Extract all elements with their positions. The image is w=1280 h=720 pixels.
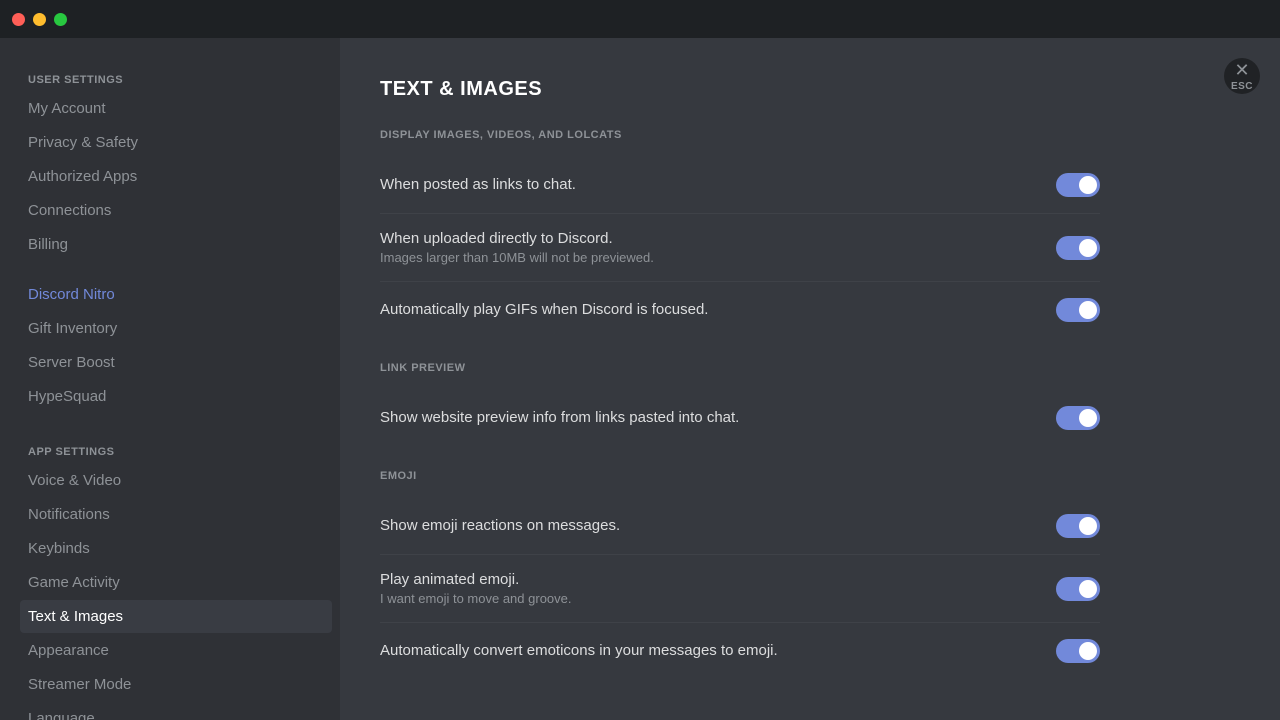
toggle-slider-auto-convert-emoticons — [1056, 639, 1100, 663]
sidebar-item-privacy-safety[interactable]: Privacy & Safety — [20, 126, 332, 159]
setting-row-show-website-preview: Show website preview info from links pas… — [380, 390, 1100, 446]
section-label-link-preview: LINK PREVIEW — [380, 362, 1100, 374]
setting-label-show-website-preview: Show website preview info from links pas… — [380, 409, 1036, 426]
toggle-auto-convert-emoticons[interactable] — [1056, 639, 1100, 663]
toggle-slider-auto-play-gifs — [1056, 298, 1100, 322]
setting-label-auto-convert-emoticons: Automatically convert emoticons in your … — [380, 642, 1036, 659]
sidebar-item-language[interactable]: Language — [20, 702, 332, 720]
setting-text-when-posted-links: When posted as links to chat. — [380, 176, 1056, 195]
toggle-show-emoji-reactions[interactable] — [1056, 514, 1100, 538]
toggle-play-animated-emoji[interactable] — [1056, 577, 1100, 601]
setting-row-auto-convert-emoticons: Automatically convert emoticons in your … — [380, 623, 1100, 679]
setting-sublabel-play-animated-emoji: I want emoji to move and groove. — [380, 591, 1036, 606]
setting-label-show-emoji-reactions: Show emoji reactions on messages. — [380, 517, 1036, 534]
sidebar-item-text-images[interactable]: Text & Images — [20, 600, 332, 633]
sidebar-item-appearance[interactable]: Appearance — [20, 634, 332, 667]
setting-text-show-emoji-reactions: Show emoji reactions on messages. — [380, 517, 1056, 536]
setting-row-auto-play-gifs: Automatically play GIFs when Discord is … — [380, 282, 1100, 338]
toggle-slider-when-posted-links — [1056, 173, 1100, 197]
sidebar-item-discord-nitro[interactable]: Discord Nitro — [20, 278, 332, 311]
sidebar-item-my-account[interactable]: My Account — [20, 92, 332, 125]
window-controls — [12, 13, 67, 26]
setting-text-auto-play-gifs: Automatically play GIFs when Discord is … — [380, 301, 1056, 320]
section-display-images: DISPLAY IMAGES, VIDEOS, AND LOLCATS When … — [380, 129, 1100, 338]
sidebar-item-server-boost[interactable]: Server Boost — [20, 346, 332, 379]
minimize-window-button[interactable] — [33, 13, 46, 26]
sidebar-item-authorized-apps[interactable]: Authorized Apps — [20, 160, 332, 193]
sidebar: USER SETTINGS My AccountPrivacy & Safety… — [0, 38, 340, 720]
toggle-slider-show-website-preview — [1056, 406, 1100, 430]
setting-label-when-uploaded-directly: When uploaded directly to Discord. — [380, 230, 1036, 247]
section-link-preview: LINK PREVIEW Show website preview info fr… — [380, 362, 1100, 446]
toggle-show-website-preview[interactable] — [1056, 406, 1100, 430]
toggle-slider-when-uploaded-directly — [1056, 236, 1100, 260]
section-emoji: EMOJI Show emoji reactions on messages. Pl… — [380, 470, 1100, 679]
app-container: USER SETTINGS My AccountPrivacy & Safety… — [0, 38, 1280, 720]
setting-sublabel-when-uploaded-directly: Images larger than 10MB will not be prev… — [380, 250, 1036, 265]
esc-label: ESC — [1231, 81, 1253, 92]
sidebar-item-game-activity[interactable]: Game Activity — [20, 566, 332, 599]
content-area: ✕ ESC TEXT & IMAGES DISPLAY IMAGES, VIDE… — [340, 38, 1280, 720]
close-window-button[interactable] — [12, 13, 25, 26]
close-settings-button[interactable]: ✕ ESC — [1224, 58, 1260, 94]
sidebar-item-hypesquad[interactable]: HypeSquad — [20, 380, 332, 413]
sidebar-item-keybinds[interactable]: Keybinds — [20, 532, 332, 565]
setting-text-auto-convert-emoticons: Automatically convert emoticons in your … — [380, 642, 1056, 661]
content-inner: TEXT & IMAGES DISPLAY IMAGES, VIDEOS, AN… — [380, 78, 1100, 679]
section-label-display-images: DISPLAY IMAGES, VIDEOS, AND LOLCATS — [380, 129, 1100, 141]
sidebar-item-connections[interactable]: Connections — [20, 194, 332, 227]
app-settings-label: APP SETTINGS — [20, 430, 332, 462]
setting-row-when-posted-links: When posted as links to chat. — [380, 157, 1100, 214]
toggle-when-posted-links[interactable] — [1056, 173, 1100, 197]
sidebar-item-voice-video[interactable]: Voice & Video — [20, 464, 332, 497]
titlebar — [0, 0, 1280, 38]
setting-label-when-posted-links: When posted as links to chat. — [380, 176, 1036, 193]
section-label-emoji: EMOJI — [380, 470, 1100, 482]
x-icon: ✕ — [1234, 61, 1249, 79]
toggle-slider-play-animated-emoji — [1056, 577, 1100, 601]
setting-row-when-uploaded-directly: When uploaded directly to Discord. Images… — [380, 214, 1100, 282]
setting-row-play-animated-emoji: Play animated emoji. I want emoji to move… — [380, 555, 1100, 623]
sidebar-item-notifications[interactable]: Notifications — [20, 498, 332, 531]
toggle-when-uploaded-directly[interactable] — [1056, 236, 1100, 260]
sidebar-item-streamer-mode[interactable]: Streamer Mode — [20, 668, 332, 701]
toggle-auto-play-gifs[interactable] — [1056, 298, 1100, 322]
setting-text-show-website-preview: Show website preview info from links pas… — [380, 409, 1056, 428]
setting-label-auto-play-gifs: Automatically play GIFs when Discord is … — [380, 301, 1036, 318]
sidebar-item-billing[interactable]: Billing — [20, 228, 332, 261]
setting-text-when-uploaded-directly: When uploaded directly to Discord. Images… — [380, 230, 1056, 265]
setting-row-show-emoji-reactions: Show emoji reactions on messages. — [380, 498, 1100, 555]
sidebar-item-gift-inventory[interactable]: Gift Inventory — [20, 312, 332, 345]
setting-text-play-animated-emoji: Play animated emoji. I want emoji to move… — [380, 571, 1056, 606]
toggle-slider-show-emoji-reactions — [1056, 514, 1100, 538]
setting-label-play-animated-emoji: Play animated emoji. — [380, 571, 1036, 588]
maximize-window-button[interactable] — [54, 13, 67, 26]
user-settings-label: USER SETTINGS — [20, 58, 332, 90]
page-title: TEXT & IMAGES — [380, 78, 1100, 101]
